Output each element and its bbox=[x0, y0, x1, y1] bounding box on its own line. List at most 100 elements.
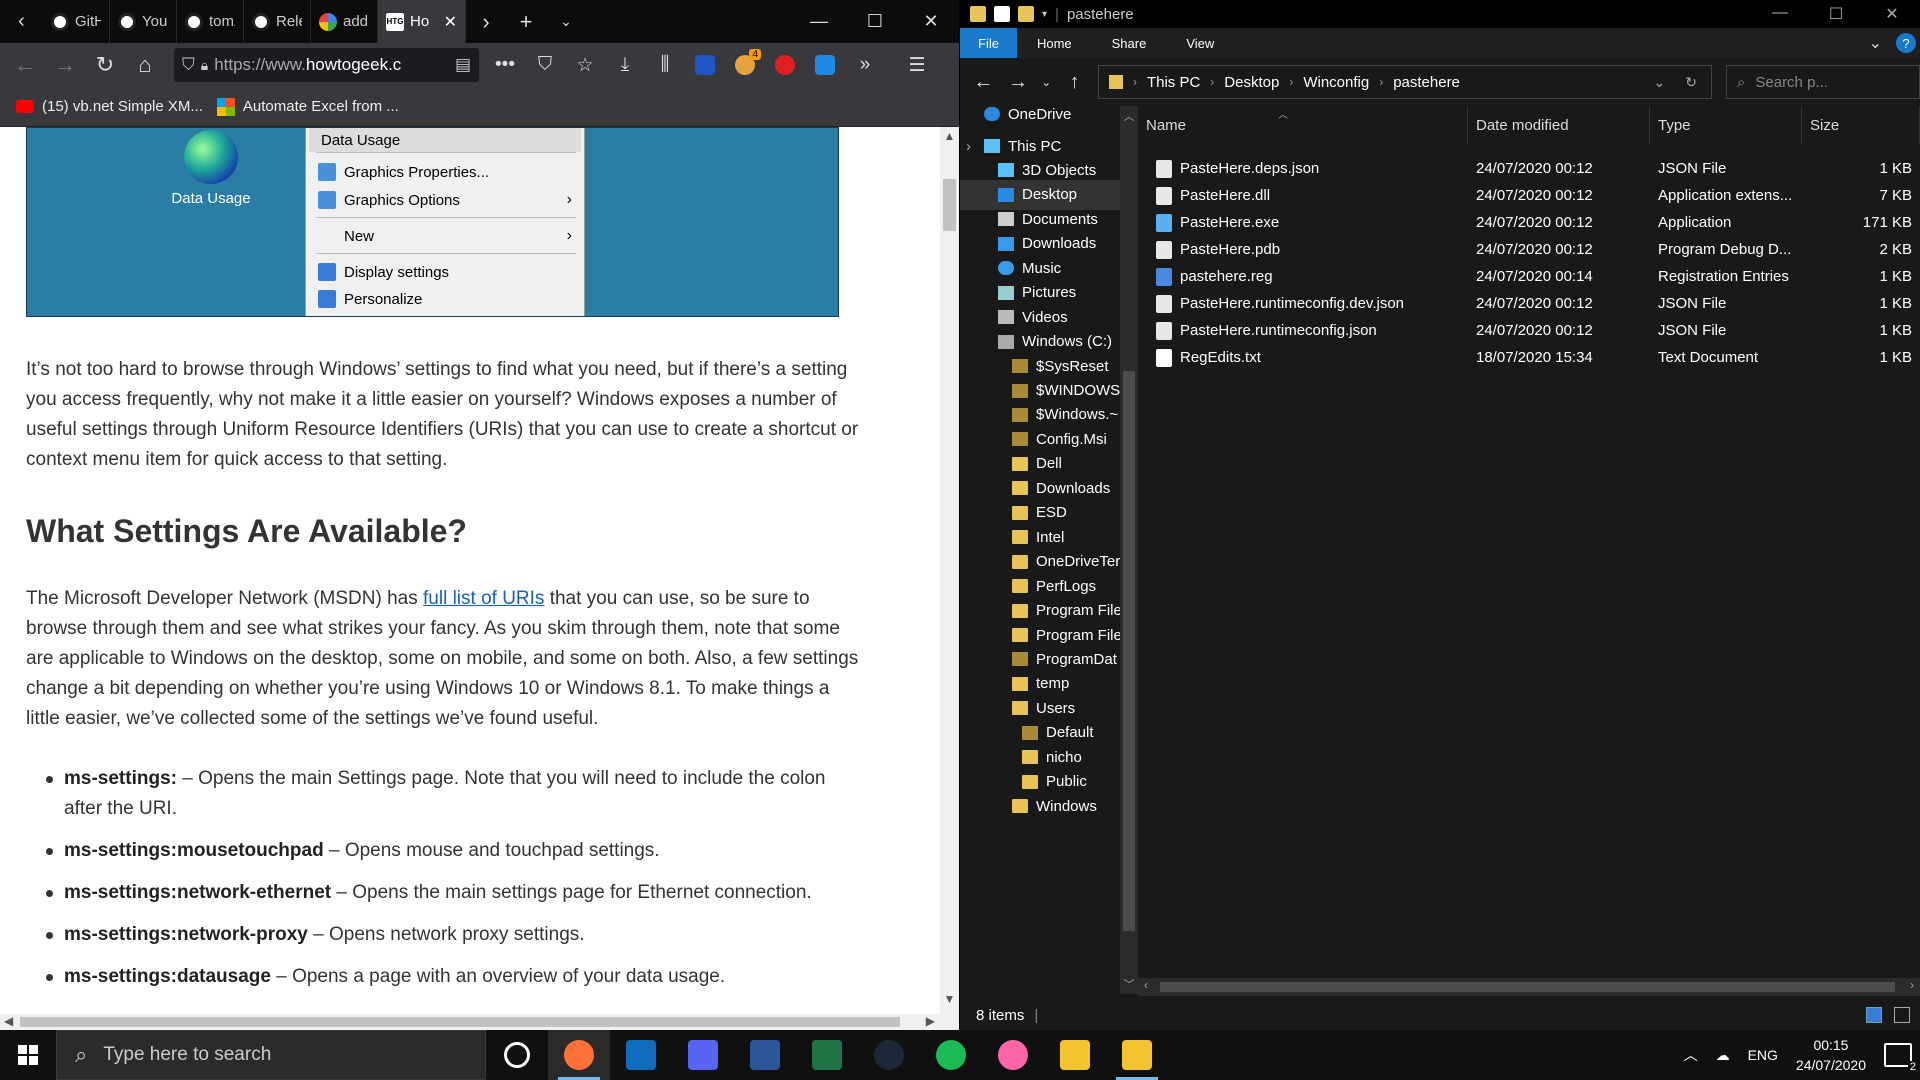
column-header-type[interactable]: Type bbox=[1650, 106, 1802, 144]
scroll-up-icon[interactable]: ▲ bbox=[940, 129, 959, 149]
nav-item[interactable]: OneDrive bbox=[960, 106, 1120, 129]
skype-extension-icon[interactable] bbox=[807, 47, 843, 83]
scrollbar-thumb[interactable] bbox=[1123, 371, 1135, 931]
help-icon[interactable]: ? bbox=[1896, 33, 1916, 53]
scroll-up-icon[interactable]: ︿ bbox=[1120, 108, 1138, 124]
browser-tab[interactable]: HTG Ho ✕ bbox=[378, 0, 466, 43]
taskbar-app-file-explorer-beta[interactable] bbox=[1044, 1030, 1106, 1080]
url-bar[interactable]: ⛉ 🔒︎ https://www.howtogeek.c ▤ bbox=[174, 48, 479, 82]
scroll-right-icon[interactable]: ▶ bbox=[926, 1014, 935, 1028]
maximize-button[interactable]: ☐ bbox=[1808, 4, 1864, 24]
tab-scroll-right-button[interactable]: › bbox=[466, 0, 506, 43]
scroll-left-icon[interactable]: ◀ bbox=[4, 1014, 13, 1028]
forward-button[interactable]: → bbox=[1003, 65, 1034, 99]
clock[interactable]: 00:15 24/07/2020 bbox=[1796, 1035, 1866, 1075]
nav-pane-scrollbar[interactable]: ︿ ﹀ bbox=[1120, 106, 1138, 994]
home-button[interactable]: ⌂ bbox=[126, 47, 164, 83]
taskbar-search-box[interactable]: ⌕ Type here to search bbox=[56, 1030, 486, 1080]
properties-quick-access-icon[interactable] bbox=[994, 6, 1010, 22]
minimize-button[interactable]: — bbox=[791, 0, 847, 43]
file-row[interactable]: PasteHere.runtimeconfig.json 24/07/2020 0… bbox=[1138, 317, 1920, 344]
breadcrumb-winconfig[interactable]: Winconfig bbox=[1303, 74, 1369, 91]
list-all-tabs-button[interactable]: ⌄ bbox=[546, 0, 586, 43]
column-header-size[interactable]: Size bbox=[1802, 106, 1920, 144]
customize-quick-access-icon[interactable]: ▾ bbox=[1042, 9, 1047, 20]
address-dropdown-icon[interactable]: ⌄ bbox=[1654, 74, 1666, 91]
close-button[interactable]: ✕ bbox=[903, 0, 959, 43]
taskbar-app-osu[interactable] bbox=[982, 1030, 1044, 1080]
extension-icon[interactable] bbox=[687, 47, 723, 83]
back-button[interactable]: ← bbox=[968, 65, 999, 99]
expand-chevron-icon[interactable]: › bbox=[966, 138, 971, 155]
taskbar-app-outlook[interactable] bbox=[610, 1030, 672, 1080]
file-row[interactable]: PasteHere.dll 24/07/2020 00:12 Application… bbox=[1138, 182, 1920, 209]
bookmark-star-icon[interactable]: ☆ bbox=[567, 47, 603, 83]
browser-tab[interactable]: Your S bbox=[110, 0, 177, 43]
breadcrumb-pastehere[interactable]: pastehere bbox=[1393, 74, 1460, 91]
browser-tab[interactable]: Releas bbox=[244, 0, 311, 43]
minimize-button[interactable]: — bbox=[1752, 4, 1808, 24]
up-button[interactable]: ↑ bbox=[1059, 65, 1090, 99]
weather-extension-icon[interactable]: 4 bbox=[727, 47, 763, 83]
bookmark-item[interactable]: (15) vb.net Simple XM... bbox=[16, 98, 203, 115]
chevron-right-icon[interactable]: › bbox=[1379, 75, 1383, 89]
taskbar-app-file-explorer[interactable] bbox=[1106, 1030, 1168, 1080]
large-icons-view-icon[interactable] bbox=[1894, 1007, 1910, 1023]
bookmark-item[interactable]: Automate Excel from ... bbox=[216, 97, 399, 116]
scrollbar-thumb[interactable] bbox=[943, 179, 956, 231]
refresh-icon[interactable]: ↻ bbox=[1685, 74, 1697, 91]
tab-home[interactable]: Home bbox=[1017, 28, 1092, 58]
lock-icon[interactable]: 🔒︎ bbox=[201, 57, 208, 74]
chevron-right-icon[interactable]: › bbox=[1133, 75, 1137, 89]
file-row[interactable]: PasteHere.runtimeconfig.dev.json 24/07/20… bbox=[1138, 290, 1920, 317]
input-language[interactable]: ENG bbox=[1748, 1047, 1778, 1063]
tab-view[interactable]: View bbox=[1166, 28, 1234, 58]
breadcrumb-this-pc[interactable]: This PC bbox=[1147, 74, 1200, 91]
action-center-icon[interactable]: 2 bbox=[1884, 1043, 1918, 1073]
forward-button[interactable]: → bbox=[46, 47, 84, 83]
file-row[interactable]: PasteHere.pdb 24/07/2020 00:12 Program Deb… bbox=[1138, 236, 1920, 263]
taskbar-app-spotify[interactable] bbox=[920, 1030, 982, 1080]
file-row[interactable]: PasteHere.deps.json 24/07/2020 00:12 JSON … bbox=[1138, 155, 1920, 182]
reload-button[interactable]: ↻ bbox=[86, 47, 124, 83]
start-button[interactable] bbox=[0, 1030, 56, 1080]
hamburger-menu-icon[interactable]: ☰ bbox=[899, 47, 935, 83]
file-list-horizontal-scrollbar[interactable]: ‹ › bbox=[1138, 978, 1920, 996]
taskbar-app-discord[interactable] bbox=[672, 1030, 734, 1080]
nav-item[interactable]: Windows bbox=[960, 791, 1120, 821]
breadcrumb-desktop[interactable]: Desktop bbox=[1224, 74, 1279, 91]
file-row[interactable]: PasteHere.exe 24/07/2020 00:12 Application… bbox=[1138, 209, 1920, 236]
scrollbar-thumb[interactable] bbox=[1160, 982, 1895, 992]
back-button[interactable]: ← bbox=[6, 47, 44, 83]
downloads-icon[interactable]: ⤓ bbox=[607, 47, 643, 83]
page-horizontal-scrollbar[interactable]: ◀ ▶ bbox=[0, 1014, 959, 1030]
scroll-right-icon[interactable]: › bbox=[1910, 978, 1914, 992]
tracking-shield-icon[interactable]: ⛉ bbox=[182, 55, 195, 75]
column-header-date-modified[interactable]: Date modified bbox=[1468, 106, 1650, 144]
overflow-menu-icon[interactable]: » bbox=[847, 47, 883, 83]
details-view-icon[interactable] bbox=[1866, 1007, 1882, 1023]
address-bar[interactable]: › This PC › Desktop › Winconfig › pasteh… bbox=[1097, 65, 1712, 99]
msdn-uri-list-link[interactable]: full list of URIs bbox=[423, 588, 544, 609]
close-tab-icon[interactable]: ✕ bbox=[444, 12, 457, 32]
browser-tab[interactable]: add sh bbox=[311, 0, 378, 43]
new-tab-button[interactable]: + bbox=[506, 0, 546, 43]
taskbar-app-cortana[interactable] bbox=[486, 1030, 548, 1080]
pocket-icon[interactable]: ⛉ bbox=[527, 47, 563, 83]
tab-share[interactable]: Share bbox=[1092, 28, 1167, 58]
taskbar-app-firefox[interactable] bbox=[548, 1030, 610, 1080]
adblock-icon[interactable] bbox=[767, 47, 803, 83]
browser-tab[interactable]: tomzo bbox=[177, 0, 244, 43]
close-button[interactable]: ✕ bbox=[1864, 4, 1920, 24]
taskbar-app-word[interactable] bbox=[734, 1030, 796, 1080]
chevron-right-icon[interactable]: › bbox=[1289, 75, 1293, 89]
search-box[interactable]: ⌕ Search p... bbox=[1725, 65, 1920, 99]
chevron-right-icon[interactable]: › bbox=[1210, 75, 1214, 89]
file-row[interactable]: pastehere.reg 24/07/2020 00:14 Registratio… bbox=[1138, 263, 1920, 290]
reader-view-icon[interactable]: ▤ bbox=[455, 55, 471, 75]
column-header-name[interactable]: Name bbox=[1138, 106, 1468, 144]
file-row[interactable]: RegEdits.txt 18/07/2020 15:34 Text Documen… bbox=[1138, 344, 1920, 371]
scroll-left-icon[interactable]: ‹ bbox=[1144, 978, 1148, 992]
new-folder-quick-access-icon[interactable] bbox=[1018, 6, 1034, 22]
page-vertical-scrollbar[interactable]: ▲ ▼ bbox=[940, 127, 959, 1014]
